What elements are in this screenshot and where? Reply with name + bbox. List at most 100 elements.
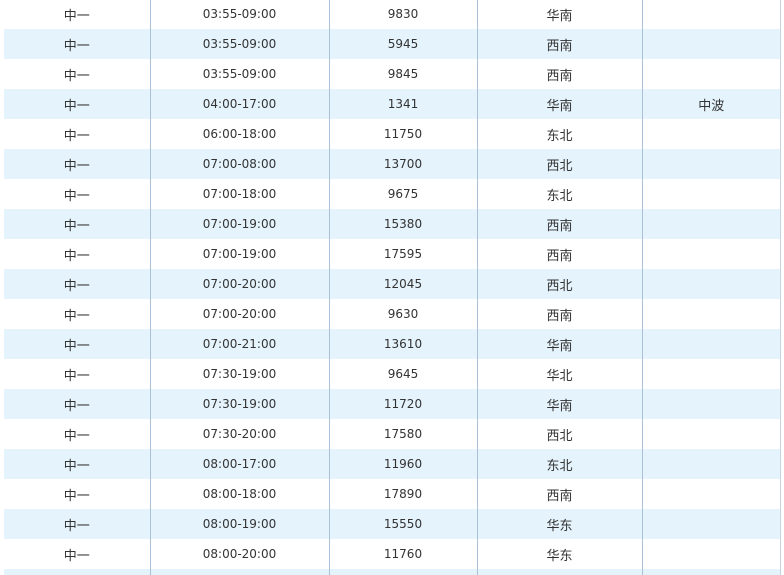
- language-cell: 中一: [4, 449, 150, 479]
- language-cell: 中一: [4, 509, 150, 539]
- frequency-schedule-table: 中一 03:55-09:00 9830 华南 中一 03:55-09:00 5945 西南 中一…: [4, 0, 780, 575]
- time-cell: 03:55-09:00: [149, 59, 329, 89]
- region-cell: 东北: [476, 179, 642, 209]
- region-cell: 华北: [476, 359, 642, 389]
- language-cell: 中一: [4, 299, 150, 329]
- language-cell: 中一: [4, 179, 150, 209]
- frequency-cell: 17595: [328, 239, 477, 269]
- table-row: 中一 07:00-18:00 9675 东北: [4, 179, 780, 209]
- table-row: [4, 569, 780, 575]
- language-cell: 中一: [4, 419, 150, 449]
- frequency-cell: 9675: [328, 179, 477, 209]
- frequency-cell: 15550: [328, 509, 477, 539]
- frequency-cell: [328, 569, 477, 575]
- frequency-cell: 17890: [328, 479, 477, 509]
- language-cell: 中一: [4, 209, 150, 239]
- region-cell: 华南: [476, 389, 642, 419]
- frequency-cell: 1341: [328, 89, 477, 119]
- region-cell: 西南: [476, 239, 642, 269]
- remark-cell: 中波: [641, 89, 780, 119]
- language-cell: 中一: [4, 0, 150, 29]
- time-cell: 08:00-18:00: [149, 479, 329, 509]
- region-cell: 西北: [476, 419, 642, 449]
- region-cell: 西南: [476, 29, 642, 59]
- remark-cell: [641, 299, 780, 329]
- language-cell: 中一: [4, 59, 150, 89]
- table-row: 中一 07:00-20:00 12045 西北: [4, 269, 780, 299]
- time-cell: 03:55-09:00: [149, 29, 329, 59]
- frequency-cell: 9845: [328, 59, 477, 89]
- schedule-table-container: 中一 03:55-09:00 9830 华南 中一 03:55-09:00 5945 西南 中一…: [4, 0, 781, 575]
- table-row: 中一 07:30-19:00 9645 华北: [4, 359, 780, 389]
- frequency-cell: 11750: [328, 119, 477, 149]
- region-cell: 西北: [476, 269, 642, 299]
- language-cell: 中一: [4, 359, 150, 389]
- region-cell: 西南: [476, 299, 642, 329]
- remark-cell: [641, 389, 780, 419]
- language-cell: 中一: [4, 29, 150, 59]
- remark-cell: [641, 569, 780, 575]
- time-cell: 04:00-17:00: [149, 89, 329, 119]
- table-row: 中一 07:00-08:00 13700 西北: [4, 149, 780, 179]
- schedule-table-body: 中一 03:55-09:00 9830 华南 中一 03:55-09:00 5945 西南 中一…: [4, 0, 780, 575]
- frequency-cell: 9645: [328, 359, 477, 389]
- table-row: 中一 03:55-09:00 5945 西南: [4, 29, 780, 59]
- frequency-cell: 5945: [328, 29, 477, 59]
- language-cell: 中一: [4, 149, 150, 179]
- region-cell: 华东: [476, 509, 642, 539]
- time-cell: 07:00-18:00: [149, 179, 329, 209]
- table-row: 中一 08:00-20:00 11760 华东: [4, 539, 780, 569]
- remark-cell: [641, 479, 780, 509]
- time-cell: 08:00-17:00: [149, 449, 329, 479]
- time-cell: [149, 569, 329, 575]
- region-cell: 西南: [476, 209, 642, 239]
- remark-cell: [641, 119, 780, 149]
- frequency-cell: 12045: [328, 269, 477, 299]
- frequency-cell: 15380: [328, 209, 477, 239]
- table-row: 中一 07:00-20:00 9630 西南: [4, 299, 780, 329]
- remark-cell: [641, 329, 780, 359]
- region-cell: 华南: [476, 329, 642, 359]
- table-row: 中一 03:55-09:00 9830 华南: [4, 0, 780, 29]
- region-cell: 华东: [476, 539, 642, 569]
- language-cell: 中一: [4, 539, 150, 569]
- time-cell: 03:55-09:00: [149, 0, 329, 29]
- frequency-cell: 17580: [328, 419, 477, 449]
- frequency-cell: 11720: [328, 389, 477, 419]
- remark-cell: [641, 179, 780, 209]
- time-cell: 08:00-19:00: [149, 509, 329, 539]
- time-cell: 06:00-18:00: [149, 119, 329, 149]
- time-cell: 07:30-19:00: [149, 359, 329, 389]
- remark-cell: [641, 509, 780, 539]
- frequency-cell: 13700: [328, 149, 477, 179]
- table-row: 中一 06:00-18:00 11750 东北: [4, 119, 780, 149]
- frequency-cell: 9630: [328, 299, 477, 329]
- table-row: 中一 07:30-20:00 17580 西北: [4, 419, 780, 449]
- time-cell: 07:30-20:00: [149, 419, 329, 449]
- language-cell: 中一: [4, 119, 150, 149]
- region-cell: [476, 569, 642, 575]
- language-cell: [4, 569, 150, 575]
- region-cell: 西北: [476, 149, 642, 179]
- language-cell: 中一: [4, 329, 150, 359]
- remark-cell: [641, 0, 780, 29]
- table-row: 中一 07:30-19:00 11720 华南: [4, 389, 780, 419]
- language-cell: 中一: [4, 89, 150, 119]
- region-cell: 华南: [476, 89, 642, 119]
- time-cell: 07:00-21:00: [149, 329, 329, 359]
- frequency-cell: 13610: [328, 329, 477, 359]
- language-cell: 中一: [4, 239, 150, 269]
- frequency-cell: 11960: [328, 449, 477, 479]
- remark-cell: [641, 239, 780, 269]
- language-cell: 中一: [4, 479, 150, 509]
- table-row: 中一 07:00-19:00 17595 西南: [4, 239, 780, 269]
- remark-cell: [641, 539, 780, 569]
- time-cell: 08:00-20:00: [149, 539, 329, 569]
- frequency-cell: 11760: [328, 539, 477, 569]
- table-row: 中一 04:00-17:00 1341 华南 中波: [4, 89, 780, 119]
- region-cell: 西南: [476, 479, 642, 509]
- remark-cell: [641, 419, 780, 449]
- table-row: 中一 08:00-19:00 15550 华东: [4, 509, 780, 539]
- remark-cell: [641, 149, 780, 179]
- frequency-cell: 9830: [328, 0, 477, 29]
